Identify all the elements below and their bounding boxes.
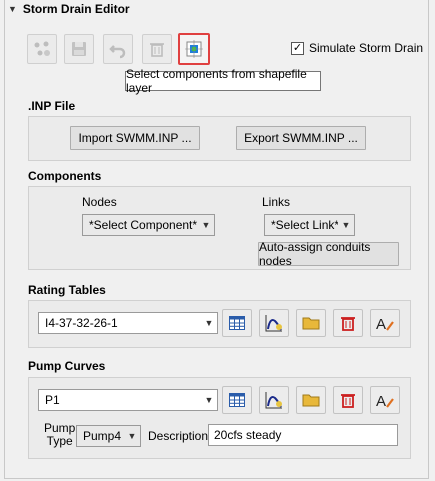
folder-icon: [302, 394, 320, 407]
rating-table-select[interactable]: I4-37-32-26-1 ▼: [38, 312, 218, 334]
chevron-down-icon: ▼: [204, 318, 214, 328]
export-inp-button[interactable]: Export SWMM.INP ...: [236, 126, 366, 150]
rename-icon: A: [376, 393, 394, 409]
pump-type-select[interactable]: Pump4 ▼: [76, 425, 141, 447]
chevron-down-icon: ▼: [204, 395, 214, 405]
svg-text:A: A: [376, 393, 386, 409]
save-button[interactable]: [64, 34, 94, 64]
trash-icon: [150, 43, 164, 57]
undo-button[interactable]: [103, 34, 133, 64]
import-inp-button[interactable]: Import SWMM.INP ...: [70, 126, 200, 150]
undo-icon: [109, 45, 126, 59]
rating-open-folder-button[interactable]: [296, 309, 326, 337]
rating-open-table-button[interactable]: [222, 309, 252, 337]
pump-open-folder-button[interactable]: [296, 386, 326, 414]
links-select-value: *Select Link*: [271, 218, 338, 232]
nodes-select-value: *Select Component*: [89, 218, 198, 232]
description-input[interactable]: 20cfs steady: [208, 424, 398, 446]
chevron-down-icon: ▼: [341, 220, 351, 230]
add-nodes-button[interactable]: [27, 34, 57, 64]
panel-header[interactable]: ▼ Storm Drain Editor: [6, 0, 426, 18]
select-from-layer-button[interactable]: [178, 33, 210, 65]
table-icon: [229, 393, 245, 407]
panel-title: Storm Drain Editor: [22, 2, 130, 16]
save-icon: [72, 42, 86, 56]
tooltip: Select components from shapefile layer: [125, 67, 321, 95]
simulate-label: Simulate Storm Drain: [309, 41, 424, 55]
pump-curves-section-title: Pump Curves: [28, 359, 106, 373]
pump-curve-value: P1: [45, 393, 60, 407]
description-label: Description: [148, 429, 209, 443]
rating-table-value: I4-37-32-26-1: [45, 316, 118, 330]
pump-curve-select[interactable]: P1 ▼: [38, 389, 218, 411]
curve-icon: [265, 392, 282, 409]
inp-section-title: .INP File: [28, 99, 76, 113]
pump-delete-button[interactable]: [333, 386, 363, 414]
pump-rename-button[interactable]: A: [370, 386, 400, 414]
pump-type-label: Pump Type: [44, 422, 75, 448]
select-from-layer-icon: [185, 40, 203, 58]
nodes-label: Nodes: [82, 195, 117, 209]
rating-curve-button[interactable]: [259, 309, 289, 337]
rating-rename-button[interactable]: A: [370, 309, 400, 337]
curve-icon: [265, 315, 282, 332]
table-icon: [229, 316, 245, 330]
chevron-down-icon: ▼: [127, 431, 137, 441]
delete-button[interactable]: [142, 34, 172, 64]
trash-icon: [341, 394, 355, 408]
chevron-down-icon: ▼: [201, 220, 211, 230]
auto-assign-conduits-button[interactable]: Auto-assign conduits nodes: [258, 240, 399, 268]
pump-curve-button[interactable]: [259, 386, 289, 414]
rename-icon: A: [376, 316, 394, 332]
trash-icon: [341, 317, 355, 331]
svg-text:A: A: [376, 316, 386, 332]
nodes-select[interactable]: *Select Component* ▼: [82, 214, 215, 236]
checkbox-checked-icon[interactable]: ✓: [291, 41, 304, 55]
pump-type-value: Pump4: [83, 429, 122, 443]
rating-delete-button[interactable]: [333, 309, 363, 337]
links-label: Links: [262, 195, 291, 209]
components-section-title: Components: [28, 169, 102, 183]
pump-open-table-button[interactable]: [222, 386, 252, 414]
collapse-arrow-icon[interactable]: ▼: [8, 4, 17, 14]
pump-type-label-line2: Type: [46, 434, 73, 448]
simulate-storm-drain-checkbox[interactable]: ✓ Simulate Storm Drain: [291, 41, 423, 55]
add-nodes-icon: [34, 41, 50, 56]
rating-tables-section-title: Rating Tables: [28, 283, 106, 297]
links-select[interactable]: *Select Link* ▼: [264, 214, 355, 236]
folder-icon: [302, 317, 320, 330]
